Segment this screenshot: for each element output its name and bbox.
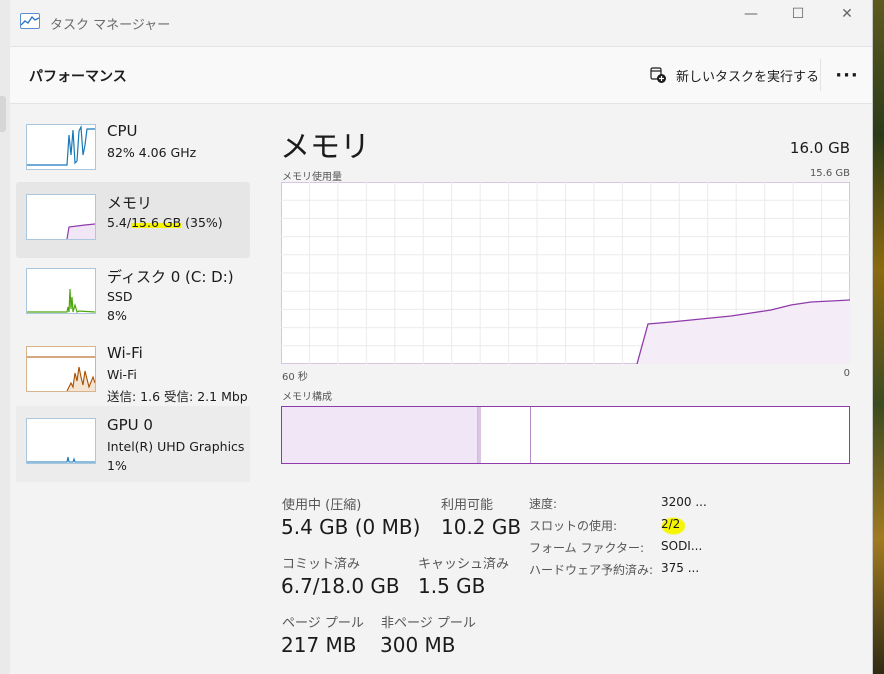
close-button[interactable]: ✕	[824, 2, 870, 26]
slots-label: スロットの使用:	[529, 519, 618, 533]
available-value: 10.2 GB	[441, 515, 522, 539]
cpu-thumbnail-graph	[26, 124, 96, 170]
minimize-button[interactable]: —	[728, 2, 774, 26]
new-task-icon	[650, 66, 667, 84]
usage-graph-label: メモリ使用量	[282, 172, 342, 183]
memory-usage: 5.4/15.6 GB (35%)	[107, 215, 223, 230]
gpu-thumbnail-graph	[26, 418, 96, 464]
committed-value: 6.7/18.0 GB	[281, 574, 400, 598]
time-axis-start: 60 秒	[282, 372, 308, 383]
cpu-title: CPU	[107, 122, 138, 140]
wifi-throughput: 送信: 1.6 受信: 2.1 Mbp	[107, 389, 248, 404]
disk-type: SSD	[107, 289, 133, 304]
disk-usage: 8%	[107, 308, 127, 323]
available-label: 利用可能	[441, 498, 494, 513]
memory-usage-graph	[281, 182, 851, 365]
speed-value: 3200 ...	[661, 495, 707, 509]
speed-label: 速度:	[529, 497, 558, 511]
nonpaged-pool-value: 300 MB	[380, 633, 456, 657]
hardware-reserved-value: 375 ...	[661, 561, 700, 575]
time-axis-end: 0	[843, 368, 850, 379]
form-factor-value: SODI...	[661, 539, 703, 553]
sidebar-item-cpu[interactable]: CPU 82% 4.06 GHz	[16, 112, 250, 188]
device-sidebar: CPU 82% 4.06 GHz メモリ 5.4/15.6 GB (35%) デ…	[16, 112, 250, 492]
sidebar-item-gpu[interactable]: GPU 0 Intel(R) UHD Graphics 1%	[16, 406, 250, 482]
memory-title: メモリ	[107, 194, 153, 212]
disk-title: ディスク 0 (C: D:)	[107, 268, 234, 286]
run-new-task-label: 新しいタスクを実行する	[676, 69, 820, 85]
window-title: タスク マネージャー	[50, 18, 171, 33]
gpu-usage: 1%	[107, 458, 127, 473]
sidebar-item-wifi[interactable]: Wi-Fi Wi-Fi 送信: 1.6 受信: 2.1 Mbp	[16, 334, 250, 410]
wifi-adapter: Wi-Fi	[107, 367, 137, 382]
usage-graph-max: 15.6 GB	[809, 168, 850, 179]
gpu-title: GPU 0	[107, 416, 153, 434]
more-options-button[interactable]: ···	[830, 61, 864, 89]
memory-total: 16.0 GB	[789, 139, 850, 157]
gpu-model: Intel(R) UHD Graphics	[107, 439, 245, 454]
title-bar[interactable]: タスク マネージャー — ☐ ✕	[10, 0, 872, 46]
cached-label: キャッシュ済み	[418, 557, 510, 572]
cpu-usage: 82% 4.06 GHz	[107, 145, 197, 160]
maximize-button[interactable]: ☐	[775, 2, 821, 26]
committed-label: コミット済み	[282, 557, 361, 572]
header-divider	[820, 59, 821, 91]
memory-total-highlight: 15.6 GB	[131, 215, 182, 230]
paged-pool-value: 217 MB	[281, 633, 357, 657]
task-manager-window: タスク マネージャー — ☐ ✕ パフォーマンス 新しいタスクを実行する ···	[0, 0, 873, 674]
wifi-title: Wi-Fi	[107, 344, 143, 362]
page-header: パフォーマンス 新しいタスクを実行する ···	[10, 46, 872, 104]
slots-value-highlight: 2/2	[661, 517, 687, 535]
in-use-label: 使用中 (圧縮)	[282, 498, 362, 513]
task-manager-icon	[20, 13, 40, 29]
sidebar-item-disk[interactable]: ディスク 0 (C: D:) SSD 8%	[16, 256, 250, 332]
disk-thumbnail-graph	[26, 268, 96, 314]
nav-rail	[0, 0, 10, 674]
paged-pool-label: ページ プール	[282, 616, 364, 631]
cached-value: 1.5 GB	[418, 574, 486, 598]
in-use-value: 5.4 GB (0 MB)	[281, 515, 421, 539]
run-new-task-button[interactable]: 新しいタスクを実行する	[650, 61, 819, 89]
memory-usage-prefix: 5.4/	[107, 215, 132, 230]
memory-usage-suffix: (35%)	[181, 215, 223, 230]
slots-value: 2/2	[661, 517, 687, 535]
hardware-reserved-label: ハードウェア予約済み:	[529, 563, 654, 577]
main-title: メモリ	[280, 130, 370, 165]
form-factor-label: フォーム ファクター:	[529, 541, 645, 555]
nav-rail-handle[interactable]	[0, 96, 6, 132]
memory-composition-bar	[281, 406, 850, 464]
sidebar-item-memory[interactable]: メモリ 5.4/15.6 GB (35%)	[16, 182, 250, 258]
composition-graph-label: メモリ構成	[282, 392, 332, 403]
memory-thumbnail-graph	[26, 194, 96, 240]
wifi-thumbnail-graph	[26, 346, 96, 392]
nonpaged-pool-label: 非ページ プール	[381, 616, 476, 631]
page-title: パフォーマンス	[29, 69, 127, 85]
